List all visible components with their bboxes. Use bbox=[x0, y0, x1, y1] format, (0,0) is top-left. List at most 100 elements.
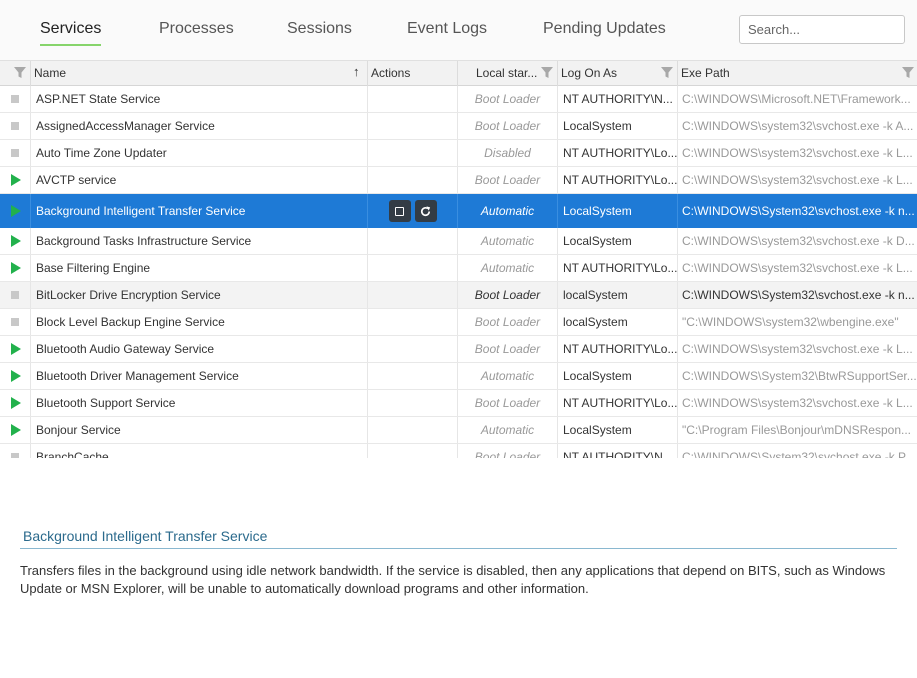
sort-up-arrow-icon: ↑ bbox=[353, 64, 360, 79]
column-label: Name bbox=[34, 66, 67, 80]
service-name: AssignedAccessManager Service bbox=[31, 113, 368, 139]
funnel-icon[interactable] bbox=[902, 67, 914, 79]
status-cell bbox=[0, 282, 31, 308]
play-icon bbox=[11, 424, 21, 436]
startup-type: Disabled bbox=[458, 140, 558, 166]
service-name: Background Intelligent Transfer Service bbox=[31, 194, 368, 228]
actions-column-header[interactable]: Actions bbox=[368, 61, 458, 86]
startup-type: Automatic bbox=[458, 363, 558, 389]
service-name: Bluetooth Support Service bbox=[31, 390, 368, 416]
service-name: Auto Time Zone Updater bbox=[31, 140, 368, 166]
logon-account: NT AUTHORITY\Lo... bbox=[558, 390, 678, 416]
funnel-icon[interactable] bbox=[661, 67, 673, 79]
table-row[interactable]: BranchCache Boot Loader NT AUTHORITY\N... C… bbox=[0, 444, 917, 458]
active-tab-underline bbox=[40, 44, 102, 46]
logon-account: LocalSystem bbox=[558, 194, 678, 228]
funnel-icon[interactable] bbox=[14, 67, 26, 79]
actions-cell bbox=[368, 363, 458, 389]
startup-type: Automatic bbox=[458, 255, 558, 281]
table-row[interactable]: Bluetooth Driver Management Service Autom… bbox=[0, 363, 917, 390]
actions-cell bbox=[368, 255, 458, 281]
table-row[interactable]: AssignedAccessManager Service Boot Loader… bbox=[0, 113, 917, 140]
table-row[interactable]: AVCTP service Boot Loader NT AUTHORITY\Lo.… bbox=[0, 167, 917, 194]
exe-path: C:\WINDOWS\System32\svchost.exe -k n... bbox=[682, 204, 915, 218]
status-cell bbox=[0, 309, 31, 335]
status-cell bbox=[0, 140, 31, 166]
service-name: Base Filtering Engine bbox=[31, 255, 368, 281]
exe-path: C:\WINDOWS\system32\svchost.exe -k L... bbox=[682, 146, 913, 160]
tab-services[interactable]: Services bbox=[40, 20, 102, 46]
column-label: Actions bbox=[371, 66, 411, 80]
table-row[interactable]: Base Filtering Engine Automatic NT AUTHORI… bbox=[0, 255, 917, 282]
service-name: Bonjour Service bbox=[31, 417, 368, 443]
play-icon bbox=[11, 235, 21, 247]
funnel-icon[interactable] bbox=[541, 67, 553, 79]
column-label: Local star... bbox=[476, 66, 538, 80]
play-icon bbox=[11, 343, 21, 355]
startup-type: Boot Loader bbox=[458, 336, 558, 362]
play-icon bbox=[11, 397, 21, 409]
exe-path-column-header[interactable]: Exe Path bbox=[678, 61, 917, 86]
tab-sessions[interactable]: Sessions bbox=[287, 20, 352, 38]
table-row[interactable]: Background Tasks Infrastructure Service A… bbox=[0, 228, 917, 255]
tab-processes[interactable]: Processes bbox=[159, 20, 234, 38]
exe-path: C:\WINDOWS\system32\svchost.exe -k L... bbox=[682, 396, 913, 410]
search-input[interactable] bbox=[739, 15, 905, 44]
status-cell bbox=[0, 113, 31, 139]
column-label: Exe Path bbox=[681, 66, 730, 80]
local-start-column-header[interactable]: Local star... bbox=[458, 61, 558, 86]
service-name: BranchCache bbox=[31, 444, 368, 458]
startup-type: Boot Loader bbox=[458, 86, 558, 112]
table-row[interactable]: BitLocker Drive Encryption Service Boot L… bbox=[0, 282, 917, 309]
table-row[interactable]: Bluetooth Support Service Boot Loader NT A… bbox=[0, 390, 917, 417]
restart-icon bbox=[421, 205, 431, 216]
services-grid: Name ↑ Actions Local star... Log On As E… bbox=[0, 60, 917, 458]
startup-type: Boot Loader bbox=[458, 309, 558, 335]
status-cell bbox=[0, 255, 31, 281]
actions-cell bbox=[368, 194, 458, 228]
table-row[interactable]: ASP.NET State Service Boot Loader NT AUTHO… bbox=[0, 86, 917, 113]
logon-column-header[interactable]: Log On As bbox=[558, 61, 678, 86]
grid-header: Name ↑ Actions Local star... Log On As E… bbox=[0, 60, 917, 86]
actions-cell bbox=[368, 309, 458, 335]
startup-type: Automatic bbox=[458, 194, 558, 228]
play-icon bbox=[11, 370, 21, 382]
actions-cell bbox=[368, 282, 458, 308]
play-icon bbox=[11, 174, 21, 186]
stop-service-button[interactable] bbox=[388, 200, 411, 222]
exe-path: C:\WINDOWS\system32\svchost.exe -k A... bbox=[682, 119, 914, 133]
exe-path: C:\WINDOWS\System32\svchost.exe -k n... bbox=[682, 288, 915, 302]
startup-type: Boot Loader bbox=[458, 167, 558, 193]
status-cell bbox=[0, 390, 31, 416]
exe-path: C:\WINDOWS\system32\svchost.exe -k D... bbox=[682, 234, 915, 248]
exe-path: C:\WINDOWS\system32\svchost.exe -k L... bbox=[682, 173, 913, 187]
detail-divider bbox=[20, 548, 897, 549]
status-column-header bbox=[0, 61, 31, 86]
startup-type: Boot Loader bbox=[458, 113, 558, 139]
tab-event-logs[interactable]: Event Logs bbox=[407, 20, 487, 38]
stopped-square-icon bbox=[11, 95, 19, 103]
status-cell bbox=[0, 336, 31, 362]
logon-account: NT AUTHORITY\N... bbox=[558, 444, 678, 458]
actions-cell bbox=[368, 444, 458, 458]
exe-path: "C:\WINDOWS\system32\wbengine.exe" bbox=[682, 315, 899, 329]
table-row[interactable]: Background Intelligent Transfer Service A… bbox=[0, 194, 917, 228]
logon-account: NT AUTHORITY\Lo... bbox=[558, 255, 678, 281]
column-label: Log On As bbox=[561, 66, 618, 80]
restart-service-button[interactable] bbox=[414, 200, 437, 222]
actions-cell bbox=[368, 228, 458, 254]
tab-pending-updates[interactable]: Pending Updates bbox=[543, 20, 666, 38]
status-cell bbox=[0, 86, 31, 112]
detail-title: Background Intelligent Transfer Service bbox=[23, 528, 268, 544]
table-row[interactable]: Bonjour Service Automatic LocalSystem "C:\P… bbox=[0, 417, 917, 444]
table-row[interactable]: Bluetooth Audio Gateway Service Boot Load… bbox=[0, 336, 917, 363]
name-column-header[interactable]: Name bbox=[31, 61, 368, 86]
stopped-square-icon bbox=[11, 149, 19, 157]
stop-icon bbox=[395, 206, 404, 216]
service-name: Bluetooth Driver Management Service bbox=[31, 363, 368, 389]
table-row[interactable]: Auto Time Zone Updater Disabled NT AUTHORI… bbox=[0, 140, 917, 167]
logon-account: NT AUTHORITY\Lo... bbox=[558, 140, 678, 166]
table-row[interactable]: Block Level Backup Engine Service Boot Lo… bbox=[0, 309, 917, 336]
service-name: ASP.NET State Service bbox=[31, 86, 368, 112]
detail-description: Transfers files in the background using … bbox=[20, 563, 886, 596]
